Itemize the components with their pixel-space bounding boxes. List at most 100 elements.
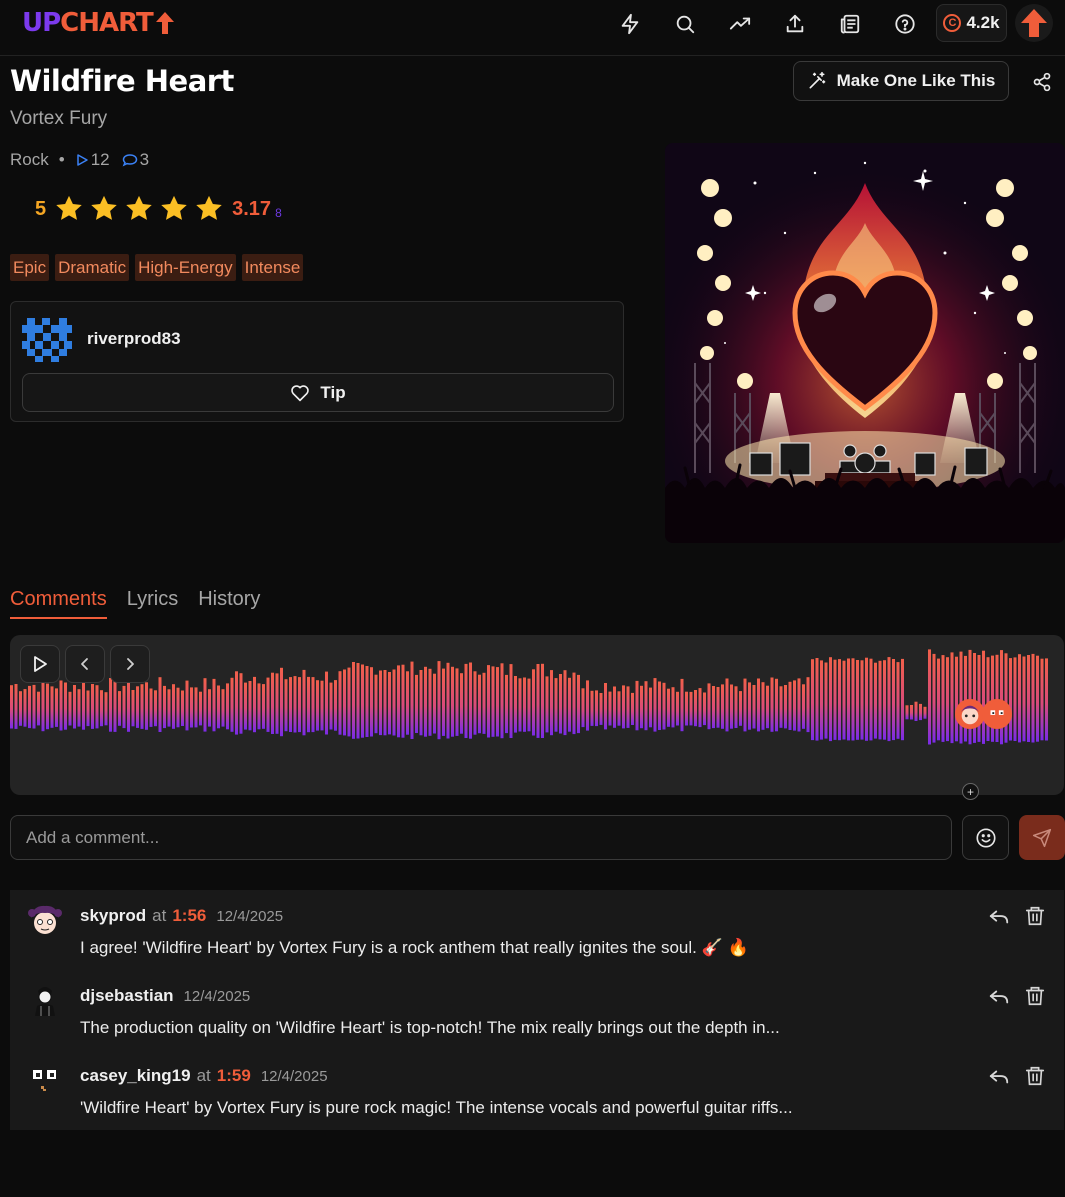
star-icon[interactable] [54,194,84,224]
tag-intense[interactable]: Intense [241,254,304,281]
waveform-bar [352,662,355,739]
waveform-bar [28,685,31,729]
waveform-bar [235,671,238,735]
artist-name[interactable]: Vortex Fury [10,108,107,130]
waveform-bar [473,671,477,735]
comment-header: djsebastian 12/4/2025 [80,986,250,1006]
tag-dramatic[interactable]: Dramatic [55,254,130,281]
waveform-bar [293,676,297,733]
waveform-bar [973,653,976,743]
previous-button[interactable] [65,645,105,683]
waveform-bar [509,664,513,738]
waveform-bar [356,663,360,739]
waveform-bar [523,677,526,732]
star-icon[interactable] [159,194,189,224]
waveform-bar [851,658,855,741]
waveform-bar [298,677,301,733]
waveform-bar [415,674,418,733]
waveform-player[interactable] [10,635,1064,795]
comment-username[interactable]: skyprod [80,906,146,926]
genre-label[interactable]: Rock [10,150,49,170]
comment-date: 12/4/2025 [260,1068,328,1085]
add-marker-button[interactable]: + [962,783,979,800]
rating-row: 5 3.17 8 [35,194,282,224]
trash-icon[interactable] [1024,905,1046,927]
waveform-bar [433,673,436,734]
reply-icon[interactable] [988,1066,1010,1088]
waveform-bar [406,671,409,735]
comment-input[interactable] [10,815,952,860]
star-icon[interactable] [89,194,119,224]
lightning-icon[interactable] [613,10,647,38]
waveform[interactable] [10,635,1064,795]
comment-timestamp[interactable]: 1:59 [217,1066,251,1086]
comment-count-icon [122,154,137,167]
comment-marker-skyprod[interactable] [955,699,985,729]
tab-history[interactable]: History [198,588,260,619]
comment-username[interactable]: casey_king19 [80,1066,191,1086]
waveform-bar [190,687,193,728]
emoji-button[interactable] [962,815,1009,860]
make-one-like-this-button[interactable]: Make One Like This [793,61,1009,101]
comment-username[interactable]: djsebastian [80,986,174,1006]
waveform-bar [671,687,675,728]
comment-marker-casey[interactable] [982,699,1012,729]
reply-icon[interactable] [988,906,1010,928]
star-icon[interactable] [194,194,224,224]
upvote-button[interactable] [1015,4,1053,42]
trash-icon[interactable] [1024,985,1046,1007]
waveform-bar [199,691,202,726]
comment-avatar[interactable] [27,1062,63,1098]
waveform-bar [788,681,792,730]
waveform-bar [338,671,342,735]
waveform-bar [910,705,913,720]
next-button[interactable] [110,645,150,683]
upload-icon[interactable] [778,10,812,38]
news-icon[interactable] [833,10,867,38]
trending-icon[interactable] [723,10,757,38]
search-icon[interactable] [668,10,702,38]
waveform-bar [707,683,711,730]
tab-comments[interactable]: Comments [10,588,107,619]
waveform-bar [154,690,157,727]
tag-high-energy[interactable]: High-Energy [135,254,236,281]
star-icon[interactable] [124,194,154,224]
help-icon[interactable] [888,10,922,38]
heart-icon [291,384,310,401]
comment-avatar[interactable] [27,902,63,938]
waveform-bar [685,691,688,726]
waveform-bar [392,669,396,736]
waveform-bar [905,705,909,720]
chevron-left-icon [81,658,88,670]
comments-count: 3 [139,150,150,169]
credits-button[interactable]: C 4.2k [936,4,1007,42]
waveform-bar [176,687,180,728]
uploader-username[interactable]: riverprod83 [87,329,181,349]
waveform-bar [815,658,819,741]
share-button[interactable] [1027,68,1057,96]
waveform-bar [649,687,652,728]
play-button[interactable] [20,645,60,683]
comment-at-label: at [196,1066,211,1085]
send-button[interactable] [1019,815,1065,860]
tag-epic[interactable]: Epic [10,254,50,281]
reply-icon[interactable] [988,986,1010,1008]
waveform-bar [131,690,135,727]
waveform-bar [118,691,121,726]
tab-lyrics[interactable]: Lyrics [127,588,178,619]
comment-avatar[interactable] [27,982,63,1018]
star-rating[interactable] [54,194,229,224]
waveform-bar [527,678,531,732]
comment-timestamp[interactable]: 1:56 [172,906,206,926]
uploader-avatar[interactable] [22,318,72,362]
make-one-label: Make One Like This [836,71,996,90]
waveform-bar [968,649,972,745]
waveform-bar [1004,653,1008,743]
trash-icon[interactable] [1024,1065,1046,1087]
logo[interactable]: UP CHART [22,8,176,38]
waveform-bar [721,684,724,729]
waveform-bar [739,691,742,726]
waveform-bar [1031,653,1035,743]
waveform-bar [217,685,220,729]
tip-button[interactable]: Tip [22,373,614,412]
